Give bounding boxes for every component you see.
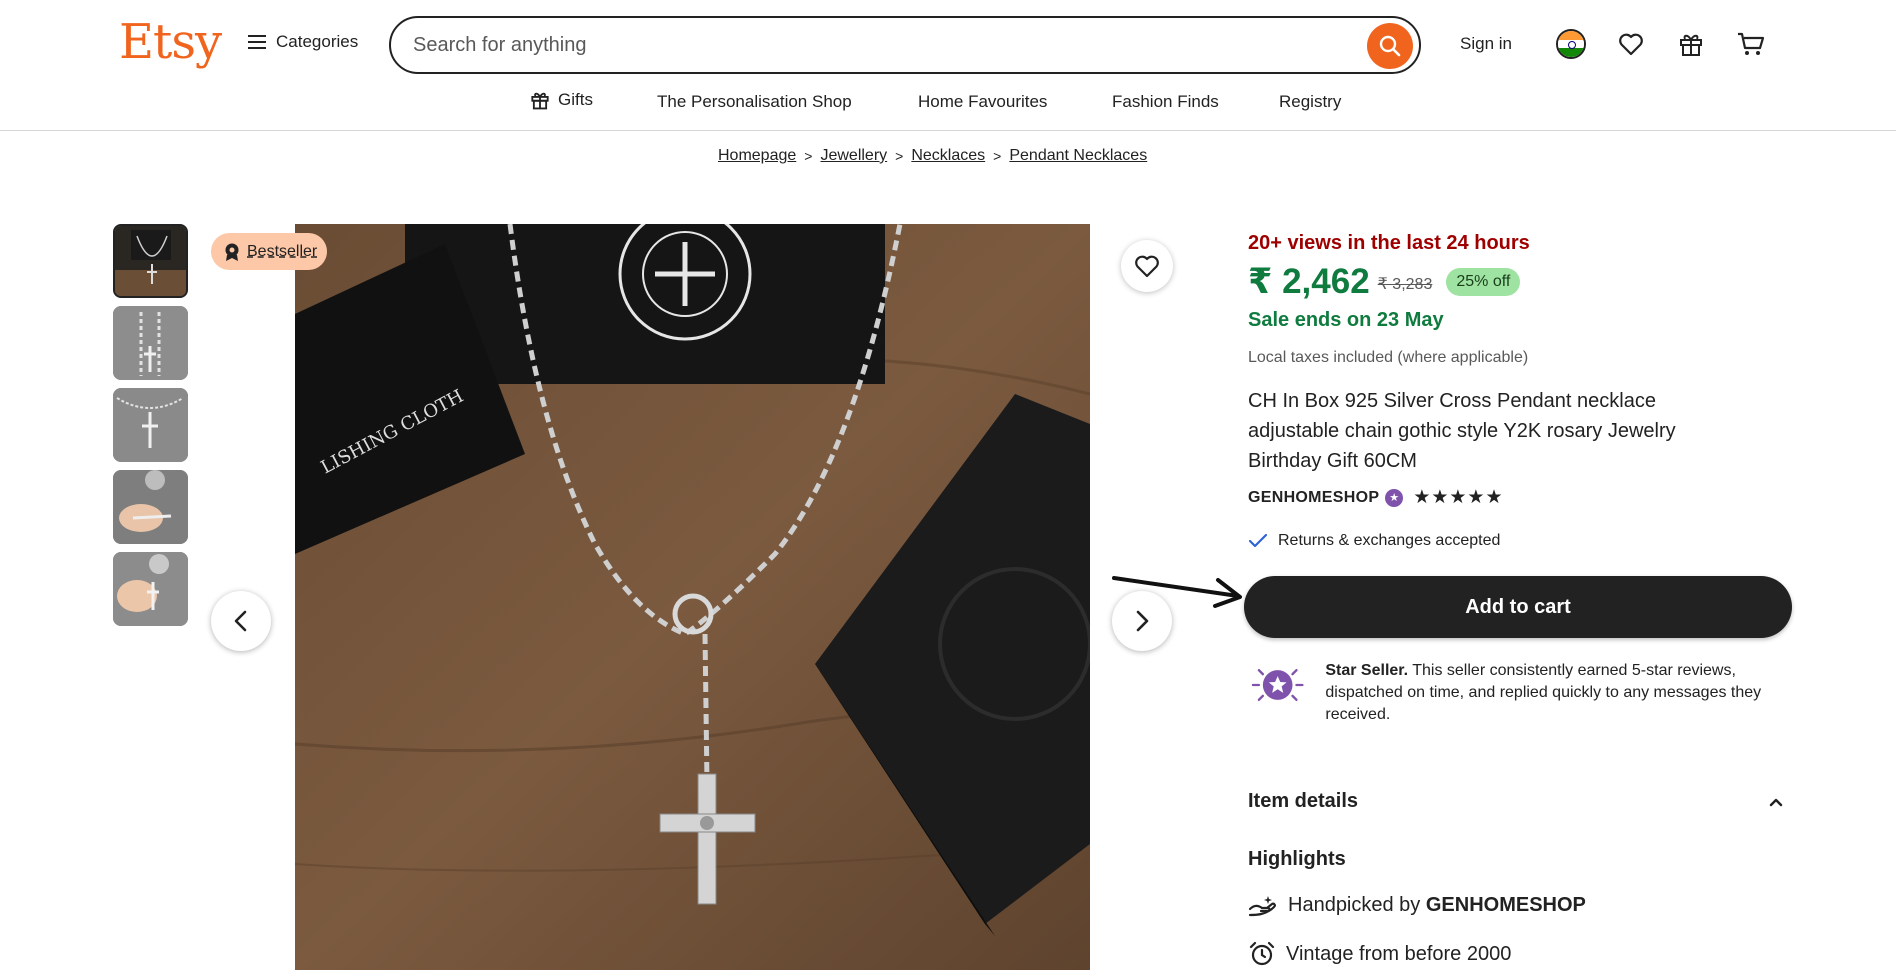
price-row: ₹ 2,462 ₹ 3,283 25% off [1248, 262, 1521, 302]
previous-image-button[interactable] [211, 591, 271, 651]
alarm-clock-icon [1249, 941, 1275, 966]
award-icon [225, 243, 239, 261]
product-title: CH In Box 925 Silver Cross Pendant neckl… [1248, 390, 1676, 472]
breadcrumb-jewellery[interactable]: Jewellery [820, 147, 887, 165]
india-flag-icon [1556, 29, 1586, 59]
subnav-fashion-finds[interactable]: Fashion Finds [1112, 92, 1219, 112]
star-seller-badge-icon [1251, 668, 1304, 702]
add-to-favorites-button[interactable] [1121, 240, 1173, 292]
thumbnail-3[interactable] [113, 388, 188, 462]
highlights-heading: Highlights [1248, 848, 1346, 870]
subnav-gifts-label: Gifts [558, 90, 593, 109]
rating-stars[interactable]: ★★★★★ [1413, 486, 1503, 509]
shop-info: GENHOMESHOP ★ ★★★★★ [1248, 486, 1504, 509]
heart-icon [1135, 255, 1159, 278]
heart-icon [1619, 33, 1643, 56]
chevron-up-icon [1769, 798, 1783, 806]
chevron-left-icon [234, 610, 247, 632]
etsy-logo[interactable]: Etsy [119, 14, 222, 70]
breadcrumb-homepage[interactable]: Homepage [718, 147, 796, 165]
highlight-handpicked-prefix: Handpicked by [1288, 893, 1426, 916]
thumbnail-2[interactable] [113, 306, 188, 380]
chevron-right-icon: > [895, 148, 904, 164]
region-selector[interactable] [1555, 28, 1587, 60]
categories-label: Categories [276, 32, 359, 51]
sale-price: ₹ 2,462 [1248, 262, 1370, 301]
highlight-handpicked-text: Handpicked by GENHOMESHOP [1288, 894, 1586, 917]
categories-button[interactable]: Categories [248, 32, 358, 52]
highlight-handpicked: Handpicked by GENHOMESHOP [1248, 893, 1586, 917]
search-input[interactable] [413, 30, 1313, 60]
discount-badge: 25% off [1446, 268, 1521, 296]
cart-icon [1738, 32, 1765, 55]
breadcrumb-necklaces[interactable]: Necklaces [911, 147, 985, 165]
thumbnail-1[interactable] [113, 224, 188, 298]
cart-button[interactable] [1735, 28, 1767, 60]
gift-icon [531, 92, 549, 110]
bestseller-badge[interactable]: Bestseller [211, 233, 328, 270]
star-seller-info: Star Seller. This seller consistently ea… [1250, 660, 1790, 726]
original-price: ₹ 3,283 [1377, 276, 1433, 293]
views-notice: 20+ views in the last 24 hours [1248, 232, 1530, 254]
search-button[interactable] [1367, 23, 1413, 69]
highlight-handpicked-shop[interactable]: GENHOMESHOP [1426, 894, 1586, 916]
chevron-right-icon: > [993, 148, 1002, 164]
returns-info: Returns & exchanges accepted [1248, 532, 1500, 550]
search-bar [389, 16, 1421, 74]
checkmark-icon [1248, 533, 1268, 548]
product-main-image[interactable]: LISHING CLOTH [295, 224, 1090, 970]
search-icon [1379, 35, 1401, 57]
star-seller-icon: ★ [1385, 488, 1404, 507]
breadcrumb: Homepage > Jewellery > Necklaces > Penda… [718, 147, 1147, 165]
gifts-button[interactable] [1675, 28, 1707, 60]
hand-icon [1248, 896, 1276, 917]
gift-icon [1680, 34, 1702, 56]
highlight-vintage: Vintage from before 2000 [1248, 941, 1511, 967]
subnav-home-favourites[interactable]: Home Favourites [918, 92, 1047, 112]
subnav-registry[interactable]: Registry [1279, 92, 1341, 112]
chevron-right-icon: > [804, 148, 813, 164]
sale-ends: Sale ends on 23 May [1248, 309, 1444, 331]
favorites-button[interactable] [1615, 28, 1647, 60]
breadcrumb-pendant-necklaces[interactable]: Pendant Necklaces [1009, 147, 1147, 165]
thumbnail-5[interactable] [113, 552, 188, 626]
add-to-cart-button[interactable]: Add to cart [1244, 576, 1792, 638]
returns-label: Returns & exchanges accepted [1278, 532, 1501, 549]
shop-name-link[interactable]: GENHOMESHOP [1248, 489, 1379, 507]
star-seller-title: Star Seller. [1325, 662, 1409, 679]
highlight-vintage-text: Vintage from before 2000 [1286, 942, 1512, 965]
taxes-note: Local taxes included (where applicable) [1248, 349, 1529, 366]
thumbnail-4[interactable] [113, 470, 188, 544]
menu-icon [248, 35, 266, 49]
item-details-label: Item details [1248, 790, 1359, 812]
subnav-gifts[interactable]: Gifts [530, 90, 593, 110]
subnav-personalisation-shop[interactable]: The Personalisation Shop [657, 92, 852, 112]
site-header: Etsy Categories Sign in [0, 0, 1896, 131]
annotation-arrow-icon [1112, 576, 1242, 608]
sign-in-link[interactable]: Sign in [1460, 34, 1512, 54]
star-seller-text: Star Seller. This seller consistently ea… [1325, 660, 1790, 726]
chevron-right-icon [1136, 610, 1149, 632]
bestseller-label: Bestseller [247, 242, 318, 260]
item-details-toggle[interactable]: Item details [1248, 790, 1784, 813]
